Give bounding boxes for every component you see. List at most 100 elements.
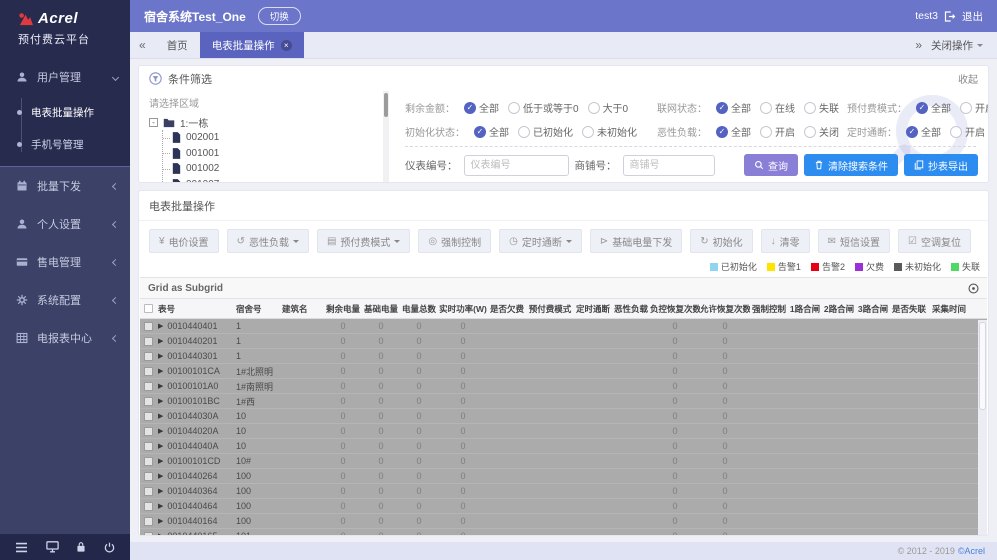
radio-remaining-amount-2[interactable]: 大于0: [588, 100, 629, 115]
tree-node-root[interactable]: - 1:一栋: [149, 115, 375, 130]
expand-row-icon[interactable]: ▶: [158, 367, 163, 375]
row-checkbox[interactable]: [144, 427, 153, 436]
collapse-panel-button[interactable]: 收起: [958, 71, 978, 86]
sidebar-subitem-phone-management[interactable]: 手机号管理: [0, 128, 130, 160]
row-checkbox[interactable]: [144, 337, 153, 346]
grid-settings-icon[interactable]: [968, 283, 979, 294]
radio-icon[interactable]: [760, 102, 772, 114]
row-checkbox[interactable]: [144, 457, 153, 466]
expand-row-icon[interactable]: ▶: [158, 337, 163, 345]
grid-scrollbar[interactable]: [978, 320, 987, 535]
radio-icon[interactable]: [518, 126, 530, 138]
sidebar-item-batch-dispatch[interactable]: 批量下发: [0, 167, 130, 205]
radio-icon[interactable]: [508, 102, 520, 114]
tree-node-3[interactable]: 001007: [172, 177, 375, 183]
radio-icon[interactable]: [582, 126, 594, 138]
row-checkbox[interactable]: [144, 487, 153, 496]
sidebar-subitem-meter-batch-operation[interactable]: 电表批量操作: [0, 96, 130, 128]
expand-row-icon[interactable]: ▶: [158, 352, 163, 360]
row-checkbox[interactable]: [144, 367, 153, 376]
select-all-checkbox[interactable]: [144, 304, 153, 313]
logout-icon[interactable]: [944, 11, 956, 22]
malignant-load-button[interactable]: ↺恶性负载: [227, 229, 309, 253]
radio-init-status-2[interactable]: 未初始化: [582, 124, 637, 139]
initialize-button[interactable]: ↻初始化: [690, 229, 752, 253]
monitor-icon[interactable]: [46, 541, 59, 553]
radio-remaining-amount-0[interactable]: ✓全部: [464, 100, 499, 115]
radio-icon[interactable]: [804, 102, 816, 114]
expand-row-icon[interactable]: ▶: [158, 502, 163, 510]
meter-number-input[interactable]: [464, 155, 569, 176]
tabs-scroll-left-icon[interactable]: «: [130, 38, 155, 52]
radio-network-status-2[interactable]: 失联: [804, 100, 839, 115]
tab-1[interactable]: 电表批量操作×: [200, 32, 304, 58]
close-tab-icon[interactable]: ×: [281, 40, 292, 51]
tree-node-0[interactable]: 002001: [172, 130, 375, 146]
collapse-node-icon[interactable]: -: [149, 118, 158, 127]
expand-row-icon[interactable]: ▶: [158, 532, 163, 535]
radio-network-status-1[interactable]: 在线: [760, 100, 795, 115]
sidebar-item-personal-settings[interactable]: 个人设置: [0, 205, 130, 243]
expand-row-icon[interactable]: ▶: [158, 487, 163, 495]
radio-timed-switch-0[interactable]: ✓全部: [906, 124, 941, 139]
expand-row-icon[interactable]: ▶: [158, 322, 163, 330]
radio-init-status-1[interactable]: 已初始化: [518, 124, 573, 139]
row-checkbox[interactable]: [144, 442, 153, 451]
row-checkbox[interactable]: [144, 502, 153, 511]
radio-prepaid-mode-1[interactable]: 开启: [960, 100, 988, 115]
row-checkbox[interactable]: [144, 532, 153, 536]
radio-init-status-0[interactable]: ✓全部: [474, 124, 509, 139]
clear-zero-button[interactable]: ↓清零: [761, 229, 810, 253]
lock-icon[interactable]: [76, 541, 86, 553]
tree-node-2[interactable]: 001002: [172, 161, 375, 177]
expand-row-icon[interactable]: ▶: [158, 457, 163, 465]
expand-row-icon[interactable]: ▶: [158, 472, 163, 480]
tree-node-1[interactable]: 001001: [172, 146, 375, 162]
query-button[interactable]: 查询: [744, 154, 798, 176]
row-checkbox[interactable]: [144, 322, 153, 331]
radio-remaining-amount-1[interactable]: 低于或等于0: [508, 100, 579, 115]
power-icon[interactable]: [104, 542, 115, 553]
expand-row-icon[interactable]: ▶: [158, 427, 163, 435]
shop-number-input[interactable]: [623, 155, 715, 176]
timed-switch-button[interactable]: ◷定时通断: [499, 229, 582, 253]
meter-export-button[interactable]: 抄表导出: [904, 154, 978, 176]
sms-settings-button[interactable]: ✉短信设置: [818, 229, 890, 253]
row-checkbox[interactable]: [144, 352, 153, 361]
switch-system-button[interactable]: 切换: [258, 7, 301, 25]
expand-row-icon[interactable]: ▶: [158, 517, 163, 525]
radio-icon[interactable]: [950, 126, 962, 138]
row-checkbox[interactable]: [144, 472, 153, 481]
price-settings-button[interactable]: ¥电价设置: [149, 229, 219, 253]
close-operations-dropdown[interactable]: 关闭操作: [931, 38, 997, 53]
prepaid-mode-button[interactable]: ▤预付费模式: [317, 229, 410, 253]
sidebar-item-user-management[interactable]: 用户管理: [0, 58, 130, 96]
row-checkbox[interactable]: [144, 382, 153, 391]
row-checkbox[interactable]: [144, 412, 153, 421]
radio-checked-icon[interactable]: ✓: [716, 102, 728, 114]
radio-prepaid-mode-0[interactable]: ✓全部: [916, 100, 951, 115]
username[interactable]: test3: [915, 10, 938, 22]
radio-malignant-load-1[interactable]: 开启: [760, 124, 795, 139]
radio-checked-icon[interactable]: ✓: [464, 102, 476, 114]
radio-icon[interactable]: [588, 102, 600, 114]
row-checkbox[interactable]: [144, 397, 153, 406]
radio-icon[interactable]: [804, 126, 816, 138]
expand-row-icon[interactable]: ▶: [158, 442, 163, 450]
row-checkbox[interactable]: [144, 517, 153, 526]
expand-row-icon[interactable]: ▶: [158, 397, 163, 405]
radio-icon[interactable]: [760, 126, 772, 138]
radio-malignant-load-0[interactable]: ✓全部: [716, 124, 751, 139]
menu-toggle-icon[interactable]: [15, 542, 28, 553]
radio-checked-icon[interactable]: ✓: [906, 126, 918, 138]
expand-row-icon[interactable]: ▶: [158, 412, 163, 420]
tabs-scroll-right-icon[interactable]: »: [906, 38, 931, 52]
sidebar-item-system-config[interactable]: 系统配置: [0, 281, 130, 319]
radio-checked-icon[interactable]: ✓: [716, 126, 728, 138]
expand-row-icon[interactable]: ▶: [158, 382, 163, 390]
radio-icon[interactable]: [960, 102, 972, 114]
base-energy-send-button[interactable]: ⊳基础电量下发: [590, 229, 682, 253]
radio-network-status-0[interactable]: ✓全部: [716, 100, 751, 115]
ac-reset-button[interactable]: ☑空调复位: [898, 229, 971, 253]
tab-0[interactable]: 首页: [155, 32, 200, 58]
